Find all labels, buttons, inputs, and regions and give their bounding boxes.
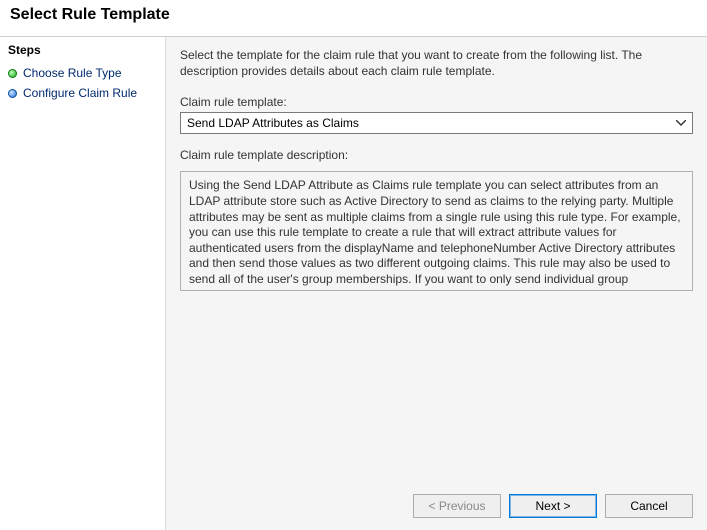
title-area: Select Rule Template — [0, 0, 707, 36]
cancel-button[interactable]: Cancel — [605, 494, 693, 518]
description-label: Claim rule template description: — [180, 148, 693, 162]
spacer — [180, 291, 693, 484]
template-description-box: Using the Send LDAP Attribute as Claims … — [180, 171, 693, 291]
step-active-icon — [8, 69, 17, 78]
template-description-text: Using the Send LDAP Attribute as Claims … — [189, 178, 681, 291]
next-button[interactable]: Next > — [509, 494, 597, 518]
wizard-window: Select Rule Template Steps Choose Rule T… — [0, 0, 707, 530]
dropdown-selected-value: Send LDAP Attributes as Claims — [187, 116, 359, 130]
step-label: Configure Claim Rule — [23, 86, 137, 100]
chevron-down-icon — [674, 116, 688, 130]
claim-rule-template-dropdown[interactable]: Send LDAP Attributes as Claims — [180, 112, 693, 134]
steps-sidebar: Steps Choose Rule Type Configure Claim R… — [0, 37, 165, 530]
intro-text: Select the template for the claim rule t… — [180, 47, 693, 79]
content-area: Steps Choose Rule Type Configure Claim R… — [0, 36, 707, 530]
main-panel: Select the template for the claim rule t… — [165, 37, 707, 530]
previous-button: < Previous — [413, 494, 501, 518]
steps-heading: Steps — [8, 43, 157, 57]
step-pending-icon — [8, 89, 17, 98]
page-title: Select Rule Template — [10, 6, 697, 24]
template-label: Claim rule template: — [180, 95, 693, 109]
button-row: < Previous Next > Cancel — [180, 484, 693, 530]
step-configure-claim-rule[interactable]: Configure Claim Rule — [8, 83, 157, 103]
step-choose-rule-type[interactable]: Choose Rule Type — [8, 63, 157, 83]
step-label: Choose Rule Type — [23, 66, 122, 80]
